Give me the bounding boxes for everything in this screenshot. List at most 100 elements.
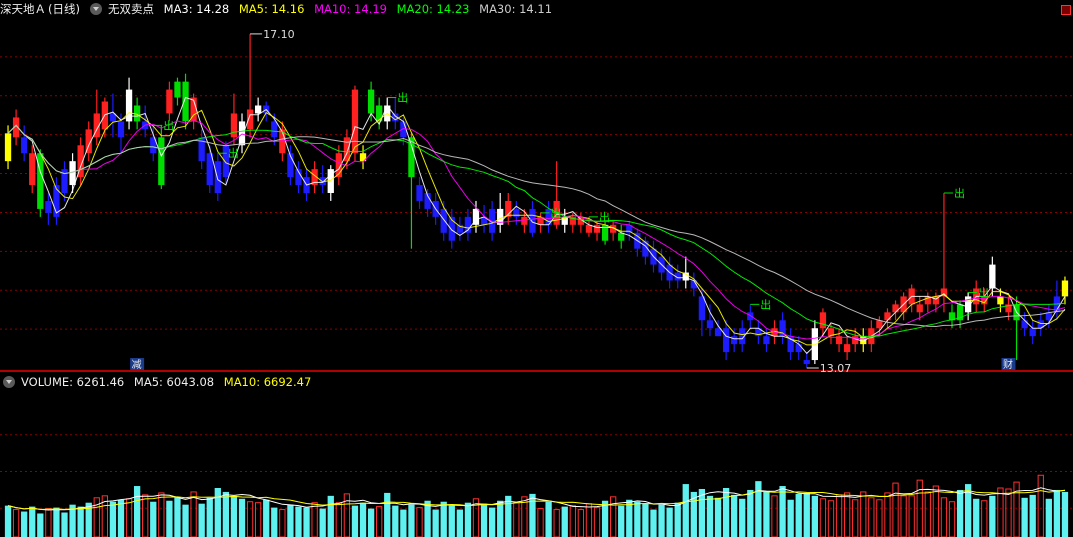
volume-bar	[747, 489, 754, 537]
candle-body	[117, 121, 125, 138]
volume-bar	[860, 491, 867, 537]
volume-bar	[1005, 488, 1012, 537]
candle-body	[763, 336, 770, 345]
kline-chart[interactable]: 出出出出 出出出出17.1013.07减财	[0, 0, 1073, 537]
volume-bar	[246, 501, 254, 537]
volume-bar	[125, 498, 133, 537]
sell-signal-label: 出	[954, 186, 965, 200]
volume-bar	[956, 489, 964, 537]
volume-bar	[77, 506, 84, 537]
volume-bar	[940, 497, 948, 537]
volume-bar	[731, 494, 738, 537]
candle-body	[529, 208, 536, 233]
volume-bar	[682, 484, 689, 537]
candle-body	[722, 328, 730, 353]
volume-bar	[981, 500, 988, 537]
volume-bar	[787, 499, 794, 537]
volume-bar	[109, 501, 117, 537]
volume-bar	[835, 494, 843, 537]
volume-bar	[610, 496, 617, 537]
volume-bar	[359, 502, 367, 537]
volume-bar	[416, 507, 423, 537]
volume-bar	[714, 497, 722, 537]
volume-bar	[545, 501, 552, 537]
volume-bar	[222, 491, 230, 537]
volume-bar	[29, 506, 36, 537]
sell-signal-label: 出	[397, 91, 408, 105]
volume-bar	[158, 492, 165, 537]
volume-bar	[400, 509, 407, 537]
candle-body	[367, 89, 375, 114]
volume-bar	[827, 500, 835, 537]
ma5-line	[7, 109, 1066, 346]
volume-bar	[997, 487, 1004, 537]
volume-bar	[497, 500, 504, 537]
volume-bar	[989, 495, 996, 537]
candle-body	[174, 81, 181, 98]
volume-bar	[61, 512, 68, 537]
volume-bar	[351, 505, 359, 537]
volume-bar	[868, 497, 875, 537]
volume-bar	[287, 504, 294, 537]
candle-body	[271, 121, 278, 138]
volume-bar	[537, 508, 544, 537]
volume-bar	[480, 503, 488, 537]
volume-bar	[948, 501, 956, 537]
candle-body	[747, 312, 754, 321]
candle-body	[416, 185, 423, 201]
candle-body	[997, 296, 1004, 305]
volume-bar	[279, 509, 286, 537]
volume-bar	[327, 495, 334, 537]
candle-body	[989, 264, 996, 289]
volume-bar	[739, 498, 746, 537]
volume-bar	[4, 505, 12, 537]
volume-bar	[892, 482, 899, 537]
volume-bar	[618, 505, 625, 537]
candle-body	[45, 200, 52, 213]
volume-bar	[803, 492, 810, 537]
candle-body	[803, 360, 810, 365]
volume-bar	[12, 509, 20, 537]
volume-bar	[843, 492, 851, 537]
volume-bar	[666, 507, 673, 537]
high-price-label: 17.10	[263, 28, 295, 41]
volume-bar	[230, 495, 238, 537]
candle-body	[593, 224, 601, 233]
volume-bar	[448, 505, 455, 537]
volume-bar	[553, 509, 560, 537]
volume-bar	[37, 513, 44, 537]
candle-body	[29, 153, 36, 186]
candle-body	[166, 89, 173, 114]
volume-bar	[779, 486, 786, 537]
volume-bar	[440, 501, 447, 537]
volume-bar	[569, 505, 576, 537]
volume-bar	[650, 509, 657, 537]
sell-signal-label: 出	[163, 118, 174, 132]
sell-signal-label: 出	[228, 146, 239, 160]
volume-bar	[763, 490, 770, 537]
volume-bar	[1021, 497, 1028, 537]
candle-body	[521, 216, 528, 225]
volume-bar	[214, 488, 221, 537]
sell-signal-label: 出	[760, 297, 771, 311]
volume-bar	[295, 506, 302, 537]
volume-bar	[182, 504, 189, 537]
candle-body	[351, 89, 359, 154]
volume-bar	[924, 491, 931, 537]
volume-bar	[876, 499, 883, 537]
volume-bar	[319, 508, 326, 537]
candle-body	[238, 121, 246, 146]
volume-bar	[706, 495, 714, 537]
volume-bar	[408, 504, 415, 537]
volume-bar	[174, 496, 181, 537]
volume-bar	[755, 481, 762, 537]
volume-bar	[150, 501, 157, 537]
sell-signal-label: 出	[551, 206, 562, 220]
volume-bar	[900, 495, 907, 537]
volume-bar	[488, 507, 496, 537]
volume-bar	[722, 488, 730, 537]
volume-bar	[658, 504, 665, 537]
candle-body	[37, 153, 44, 209]
candle-body	[1061, 280, 1069, 297]
volume-bar	[674, 502, 681, 537]
